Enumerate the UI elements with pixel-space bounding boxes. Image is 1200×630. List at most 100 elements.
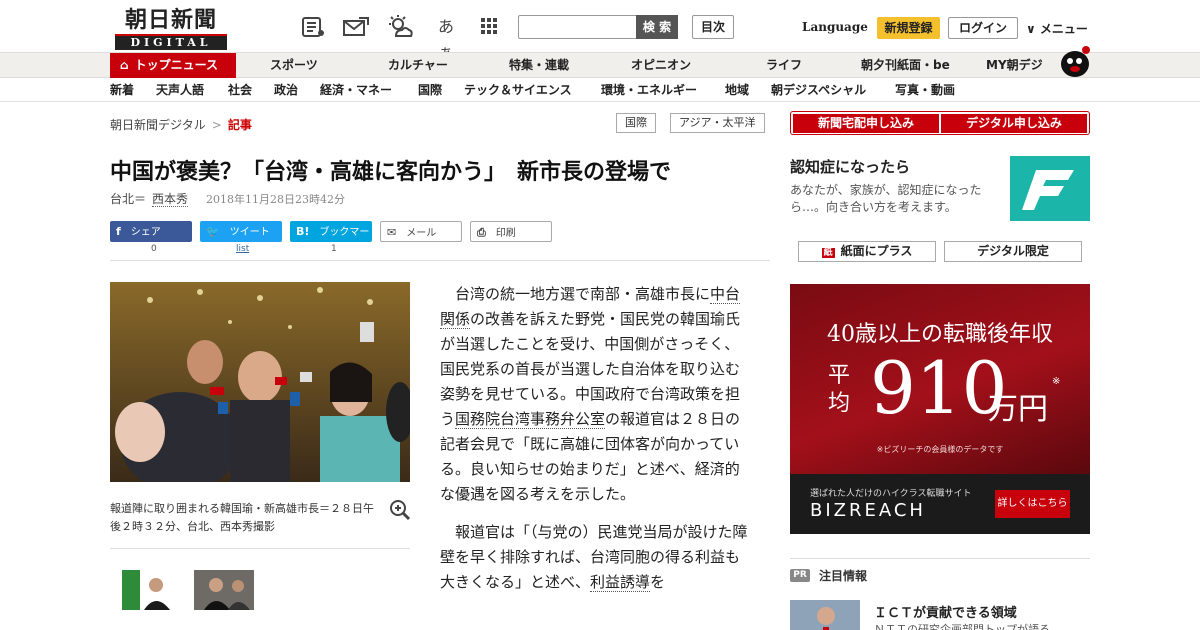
nav2-item-region[interactable]: 地域 [725, 78, 749, 102]
facebook-icon: f [116, 225, 121, 238]
nav-item-features[interactable]: 特集・連載 [509, 53, 569, 78]
nav2-item-tech[interactable]: テック＆サイエンス [464, 78, 572, 102]
nav-item-opinion[interactable]: オピニオン [631, 53, 691, 78]
register-button[interactable]: 新規登録 [877, 17, 940, 39]
pr-section-title: 注目情報 [819, 569, 868, 583]
twitter-icon: 🐦 [206, 225, 220, 238]
facebook-share-label: シェア [130, 227, 161, 238]
byline-author[interactable]: 西本秀 [152, 192, 189, 207]
article-photo[interactable] [110, 282, 410, 482]
pr-thumbnail[interactable] [790, 600, 860, 630]
digital-only-button[interactable]: デジタル限定 [944, 241, 1082, 262]
nav-item-my-asadigi[interactable]: MY朝デジ [986, 53, 1043, 78]
subscribe-box: 新聞宅配申し込み デジタル申し込み [790, 111, 1090, 135]
nav-item-newspaper[interactable]: 朝夕刊紙面・be [861, 53, 950, 78]
toc-button[interactable]: 目次 [692, 15, 734, 39]
nav2-item-environment[interactable]: 環境・エネルギー [601, 78, 697, 102]
language-link[interactable]: Language [802, 20, 868, 34]
newspaper-icon[interactable] [300, 14, 326, 40]
article-headline: 中国が褒美？「台湾・高雄に客向かう」 新市長の登場で [110, 160, 672, 185]
grid-icon[interactable] [476, 14, 502, 40]
print-icon: ⎙ [477, 226, 486, 239]
photo-thumbnail[interactable] [194, 570, 254, 610]
tag-international[interactable]: 国際 [616, 113, 656, 133]
hatena-count: 1 [331, 244, 337, 254]
site-header: 朝日新聞 DIGITAL あぁ 検 索 目次 Language 新規登録 ログイ… [0, 0, 1200, 62]
weather-icon[interactable] [386, 14, 413, 40]
secondary-nav: 新着 天声人語 社会 政治 経済・マネー 国際 テック＆サイエンス 環境・エネル… [0, 78, 1200, 102]
paper-plus-button[interactable]: 紙紙面にプラス [798, 241, 936, 262]
login-button[interactable]: ログイン [948, 17, 1018, 39]
nav-item-life[interactable]: ライフ [766, 53, 802, 78]
zoom-icon[interactable] [388, 498, 412, 522]
mail-share-icon: ✉ [387, 226, 397, 239]
mail-icon[interactable] [342, 14, 369, 40]
nav2-item-latest[interactable]: 新着 [110, 78, 134, 102]
nav-item-culture[interactable]: カルチャー [388, 53, 448, 78]
keyword-link[interactable]: 利益誘導 [590, 573, 651, 592]
pr-headline[interactable]: ＩＣＴが貢献できる領域 [874, 602, 1017, 621]
nav-top-news[interactable]: ⌂ トップニュース [110, 53, 236, 78]
subscribe-paper-button[interactable]: 新聞宅配申し込み [793, 114, 939, 133]
breadcrumb-home[interactable]: 朝日新聞デジタル [110, 118, 206, 132]
ad-footer: 選ばれた人だけのハイクラス転職サイト BIZREACH 詳しくはこちら [790, 474, 1090, 534]
font-size-icon[interactable]: あぁ [431, 14, 461, 62]
nav2-item-international[interactable]: 国際 [418, 78, 442, 102]
menu-button[interactable]: ∨ メニュー [1026, 20, 1088, 37]
subscribe-digital-button[interactable]: デジタル申し込み [941, 114, 1087, 133]
nav2-item-society[interactable]: 社会 [228, 78, 252, 102]
ad-number: 910 [870, 346, 1008, 430]
nav2-item-politics[interactable]: 政治 [274, 78, 298, 102]
ad-cta-button[interactable]: 詳しくはこちら [995, 490, 1070, 518]
nav-top-news-label: トップニュース [134, 58, 218, 72]
pr-subtitle: ＮＴＴの研究企画部門トップが語る [874, 623, 1050, 630]
twitter-count-link[interactable]: list [236, 244, 249, 254]
nav2-item-photo-video[interactable]: 写真・動画 [895, 78, 955, 102]
facebook-share-button[interactable]: f シェア [110, 221, 192, 242]
breadcrumb-separator: > [211, 118, 222, 132]
mail-share-button[interactable]: ✉ メール [380, 221, 462, 242]
promo-title[interactable]: 認知症になったら [790, 156, 910, 177]
print-label: 印刷 [495, 228, 516, 239]
keyword-link[interactable]: 国務院台湾事務弁公室 [455, 410, 606, 429]
article-paragraph: 報道官は「（与党の）民進党当局が設けた障壁を早く排除すれば、台湾同胞の得る利益も… [440, 520, 750, 595]
primary-nav: ⌂ トップニュース スポーツ カルチャー 特集・連載 オピニオン ライフ 朝夕刊紙… [0, 52, 1200, 78]
search-button[interactable]: 検 索 [636, 15, 678, 39]
nav2-item-special[interactable]: 朝デジスペシャル [771, 78, 866, 102]
pr-badge: PR [790, 569, 810, 582]
twitter-share-button[interactable]: 🐦 ツイート [200, 221, 282, 242]
paragraph-text: 台湾の統一地方選で南部・高雄市長に [455, 285, 711, 303]
hatena-icon: B! [296, 225, 310, 238]
promo-logo[interactable] [1010, 156, 1090, 221]
twitter-share-label: ツイート [229, 227, 270, 238]
mascot-icon[interactable] [1058, 44, 1092, 78]
home-icon: ⌂ [120, 58, 129, 72]
breadcrumb: 朝日新聞デジタル > 記事 [110, 116, 252, 133]
divider [110, 548, 410, 549]
tag-asia-pacific[interactable]: アジア・太平洋 [670, 113, 765, 133]
logo-sub-text: DIGITAL [115, 34, 227, 50]
nav2-item-economy[interactable]: 経済・マネー [320, 78, 392, 102]
article-paragraph: 台湾の統一地方選で南部・高雄市長に中台関係の改善を訴えた野党・国民党の韓国瑜氏が… [440, 282, 750, 507]
ad-tagline: 選ばれた人だけのハイクラス転職サイト [810, 489, 972, 499]
photo-caption: 報道陣に取り囲まれる韓国瑜・新高雄市長＝２８日午後２時３２分、台北、西本秀撮影 [110, 502, 374, 533]
paragraph-text: を [650, 573, 666, 591]
ad-average-label: 平均 [828, 362, 852, 418]
byline-location: 台北＝ [110, 192, 147, 206]
ad-brand: BIZREACH [810, 500, 926, 521]
print-button[interactable]: ⎙ 印刷 [470, 221, 552, 242]
ad-average-text: 平均 [828, 363, 851, 416]
site-logo[interactable]: 朝日新聞 DIGITAL [115, 8, 227, 50]
breadcrumb-current: 記事 [227, 118, 252, 132]
search-input[interactable] [518, 15, 638, 39]
facebook-count: 0 [151, 244, 157, 254]
photo-thumbnail[interactable] [122, 570, 182, 610]
hatena-bookmark-button[interactable]: B! ブックマーク [290, 221, 372, 259]
nav2-item-tenseijingo[interactable]: 天声人語 [156, 78, 204, 102]
byline: 台北＝ 西本秀 2018年11月28日23時42分 [110, 190, 345, 207]
ad-note: ※ビズリーチの会員様のデータです [876, 445, 1004, 454]
nav-item-sports[interactable]: スポーツ [270, 53, 318, 78]
ad-unit: 万円 [988, 392, 1048, 427]
paper-plus-icon: 紙 [821, 248, 835, 258]
advertisement-banner[interactable]: 40歳以上の転職後年収 平均 910 万円 ※ ※ビズリーチの会員様のデータです… [790, 284, 1090, 534]
